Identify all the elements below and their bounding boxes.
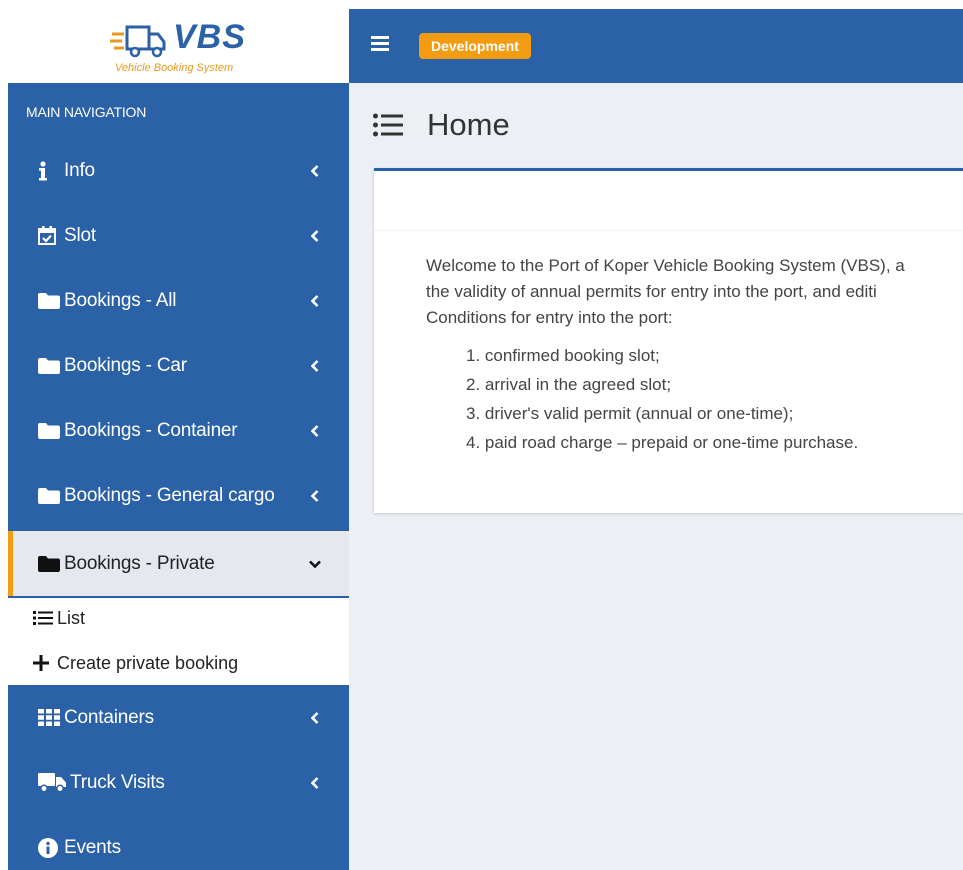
conditions-title: Conditions for entry into the port: xyxy=(426,308,673,327)
chevron-left-icon xyxy=(305,359,325,372)
folder-icon xyxy=(38,555,62,572)
folder-icon xyxy=(38,357,62,374)
environment-badge: Development xyxy=(419,33,531,59)
submenu-item-list[interactable]: List xyxy=(8,598,349,638)
sidebar-item-label: Bookings - Car xyxy=(64,354,187,376)
sidebar-item-events[interactable]: Events xyxy=(8,815,349,870)
sidebar-item-bookings-car[interactable]: Bookings - Car xyxy=(8,333,349,398)
chevron-down-icon xyxy=(305,560,325,568)
chevron-left-icon xyxy=(305,164,325,177)
sidebar-item-label: Slot xyxy=(64,224,96,246)
page-title: Home xyxy=(427,107,510,142)
logo-title: VBS xyxy=(173,18,246,56)
submenu-bookings-private: List Create private booking xyxy=(8,598,349,685)
list-item: 4. paid road charge – prepaid or one-tim… xyxy=(466,433,859,452)
sidebar-item-label: Truck Visits xyxy=(70,771,165,793)
page-header: Home xyxy=(373,107,510,143)
sidebar-item-bookings-container[interactable]: Bookings - Container xyxy=(8,398,349,463)
sidebar-item-info[interactable]: Info xyxy=(8,138,349,203)
card-header xyxy=(374,171,963,231)
sidebar-item-containers[interactable]: Containers xyxy=(8,685,349,750)
list-icon xyxy=(373,113,407,137)
sidebar-item-label: Bookings - All xyxy=(64,289,177,311)
chevron-left-icon xyxy=(305,489,325,502)
sidebar-item-label: Bookings - Container xyxy=(64,419,238,441)
welcome-text-line: the validity of annual permits for entry… xyxy=(426,282,877,301)
sidebar-item-label: Containers xyxy=(64,706,154,728)
sidebar-item-label: Info xyxy=(64,159,95,181)
sidebar-item-bookings-general-cargo[interactable]: Bookings - General cargo xyxy=(8,463,349,528)
folder-icon xyxy=(38,422,62,439)
sidebar-item-label: Bookings - General cargo xyxy=(64,484,275,506)
submenu-item-label: List xyxy=(57,607,86,628)
list-item: 2. arrival in the agreed slot; xyxy=(466,375,672,394)
folder-icon xyxy=(38,292,62,309)
list-item: 3. driver's valid permit (annual or one-… xyxy=(466,404,794,423)
list-icon xyxy=(33,610,55,626)
chevron-left-icon xyxy=(305,424,325,437)
plus-icon xyxy=(33,655,55,671)
sidebar-item-slot[interactable]: Slot xyxy=(8,203,349,268)
welcome-text-line: Welcome to the Port of Koper Vehicle Boo… xyxy=(426,256,905,275)
info-icon xyxy=(38,160,62,181)
top-navbar: Development xyxy=(349,9,963,83)
sidebar-item-label: Bookings - Private xyxy=(64,552,215,574)
folder-icon xyxy=(38,487,62,504)
truck-logo-icon xyxy=(110,25,166,58)
info-circle-icon xyxy=(38,837,62,858)
logo-subtitle: Vehicle Booking System xyxy=(115,62,234,74)
sidebar-item-truck-visits[interactable]: Truck Visits xyxy=(8,750,349,815)
grid-table-icon xyxy=(38,709,62,726)
chevron-left-icon xyxy=(305,294,325,307)
logo[interactable]: VBS Vehicle Booking System xyxy=(8,9,349,83)
nav-section-header: MAIN NAVIGATION xyxy=(26,104,147,120)
chevron-left-icon xyxy=(305,711,325,724)
content-area: Home Welcome to the Port of Koper Vehicl… xyxy=(349,83,963,870)
calendar-check-icon xyxy=(38,226,62,245)
submenu-item-label: Create private booking xyxy=(57,652,239,673)
welcome-card: Welcome to the Port of Koper Vehicle Boo… xyxy=(374,168,963,513)
sidebar-item-bookings-private[interactable]: Bookings - Private xyxy=(8,531,349,596)
list-item: 1. confirmed booking slot; xyxy=(466,346,660,365)
hamburger-menu-icon[interactable] xyxy=(371,36,389,54)
submenu-item-create-private-booking[interactable]: Create private booking xyxy=(8,643,349,683)
chevron-left-icon xyxy=(305,229,325,242)
truck-icon xyxy=(38,773,68,792)
sidebar-item-label: Events xyxy=(64,836,121,858)
chevron-left-icon xyxy=(305,776,325,789)
card-body: Welcome to the Port of Koper Vehicle Boo… xyxy=(426,253,963,457)
conditions-list: 1. confirmed booking slot; 2. arrival in… xyxy=(426,341,963,457)
sidebar-item-bookings-all[interactable]: Bookings - All xyxy=(8,268,349,333)
sidebar: VBS Vehicle Booking System MAIN NAVIGATI… xyxy=(8,9,349,870)
